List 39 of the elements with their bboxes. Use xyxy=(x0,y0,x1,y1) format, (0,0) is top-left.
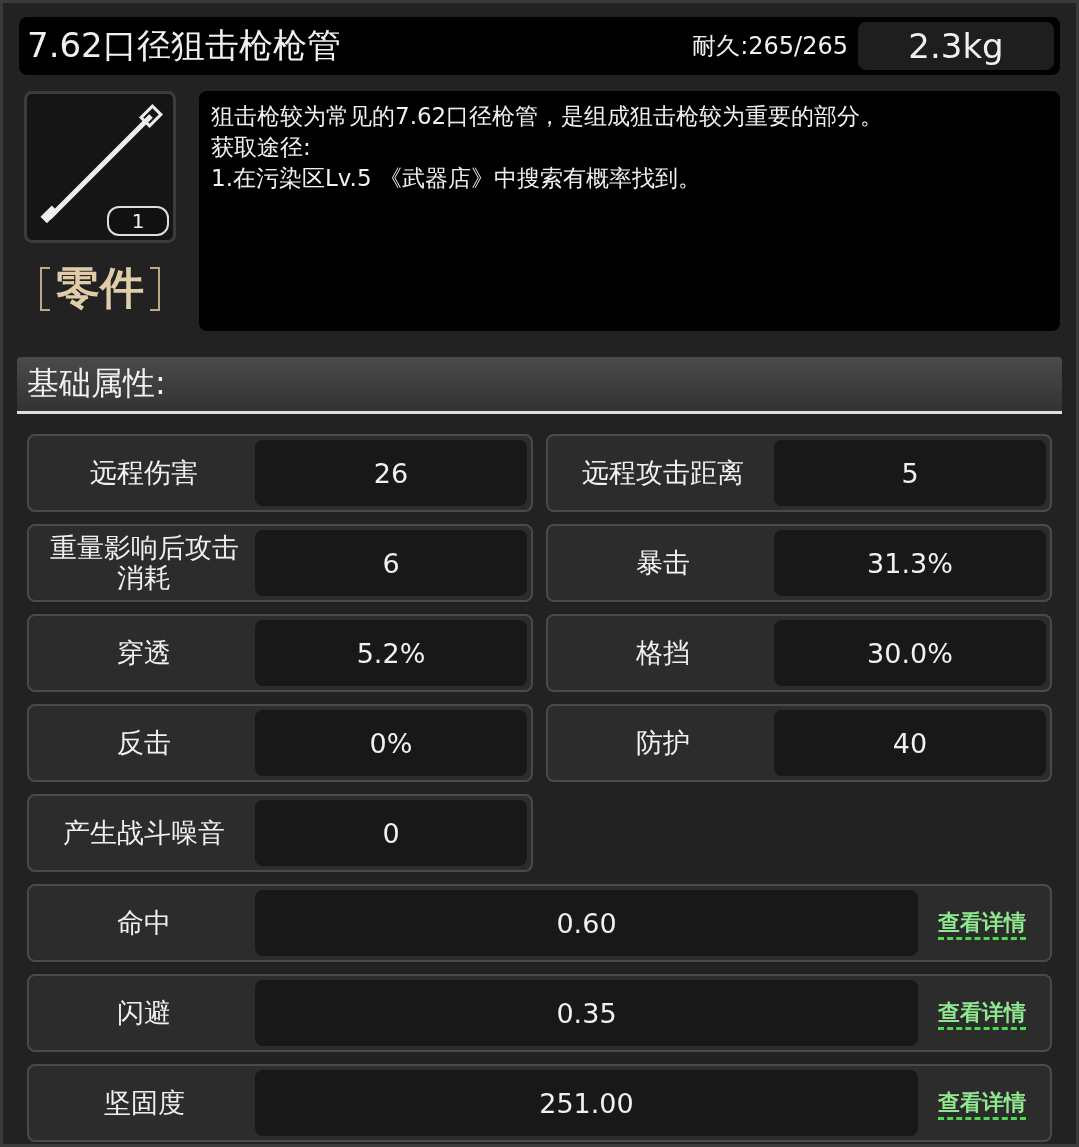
stat-label: 远程攻击距离 xyxy=(581,458,745,488)
stat-value: 26 xyxy=(255,440,527,506)
bracket-icon xyxy=(150,266,160,311)
stat-label: 重量影响后攻击消耗 xyxy=(48,533,240,593)
stat-value: 0.35 xyxy=(255,980,918,1046)
weight-value: 2.3kg xyxy=(858,22,1054,70)
stat-value: 30.0% xyxy=(774,620,1046,686)
item-category: 零件 xyxy=(56,261,144,315)
stat-label: 反击 xyxy=(116,728,172,758)
stat-value: 0% xyxy=(255,710,527,776)
stat-value: 5.2% xyxy=(255,620,527,686)
stat-label: 防护 xyxy=(635,728,691,758)
stat-value: 0.60 xyxy=(255,890,918,956)
stat-label: 远程伤害 xyxy=(89,458,199,488)
stat-value: 251.00 xyxy=(255,1070,918,1136)
stat-label: 坚固度 xyxy=(102,1088,186,1118)
stat-value: 5 xyxy=(774,440,1046,506)
stat-value: 6 xyxy=(255,530,527,596)
item-slot[interactable]: 1 xyxy=(24,91,176,243)
details-link[interactable]: 查看详情 xyxy=(938,910,1026,940)
stat-label: 格挡 xyxy=(635,638,691,668)
durability-text: 耐久:265/265 xyxy=(692,31,848,62)
stat-label: 闪避 xyxy=(116,998,172,1028)
description-text: 1.在污染区Lv.5 《武器店》中搜索有概率找到。 xyxy=(211,164,702,193)
bracket-icon xyxy=(40,266,50,311)
description-text: 狙击枪较为常见的7.62口径枪管，是组成狙击枪较为重要的部分。 xyxy=(211,102,885,131)
stat-value: 40 xyxy=(774,710,1046,776)
stat-label: 产生战斗噪音 xyxy=(62,818,226,848)
stat-value: 31.3% xyxy=(774,530,1046,596)
description-text: 获取途径: xyxy=(211,133,312,162)
stat-label: 命中 xyxy=(116,908,172,938)
stat-label: 暴击 xyxy=(635,548,691,578)
details-link[interactable]: 查看详情 xyxy=(938,1000,1026,1030)
details-link[interactable]: 查看详情 xyxy=(938,1090,1026,1120)
stat-label: 穿透 xyxy=(116,638,172,668)
section-header: 基础属性: xyxy=(17,357,1062,414)
stat-value: 0 xyxy=(255,800,527,866)
item-count: 1 xyxy=(107,206,169,236)
item-title: 7.62口径狙击枪枪管 xyxy=(27,24,342,67)
